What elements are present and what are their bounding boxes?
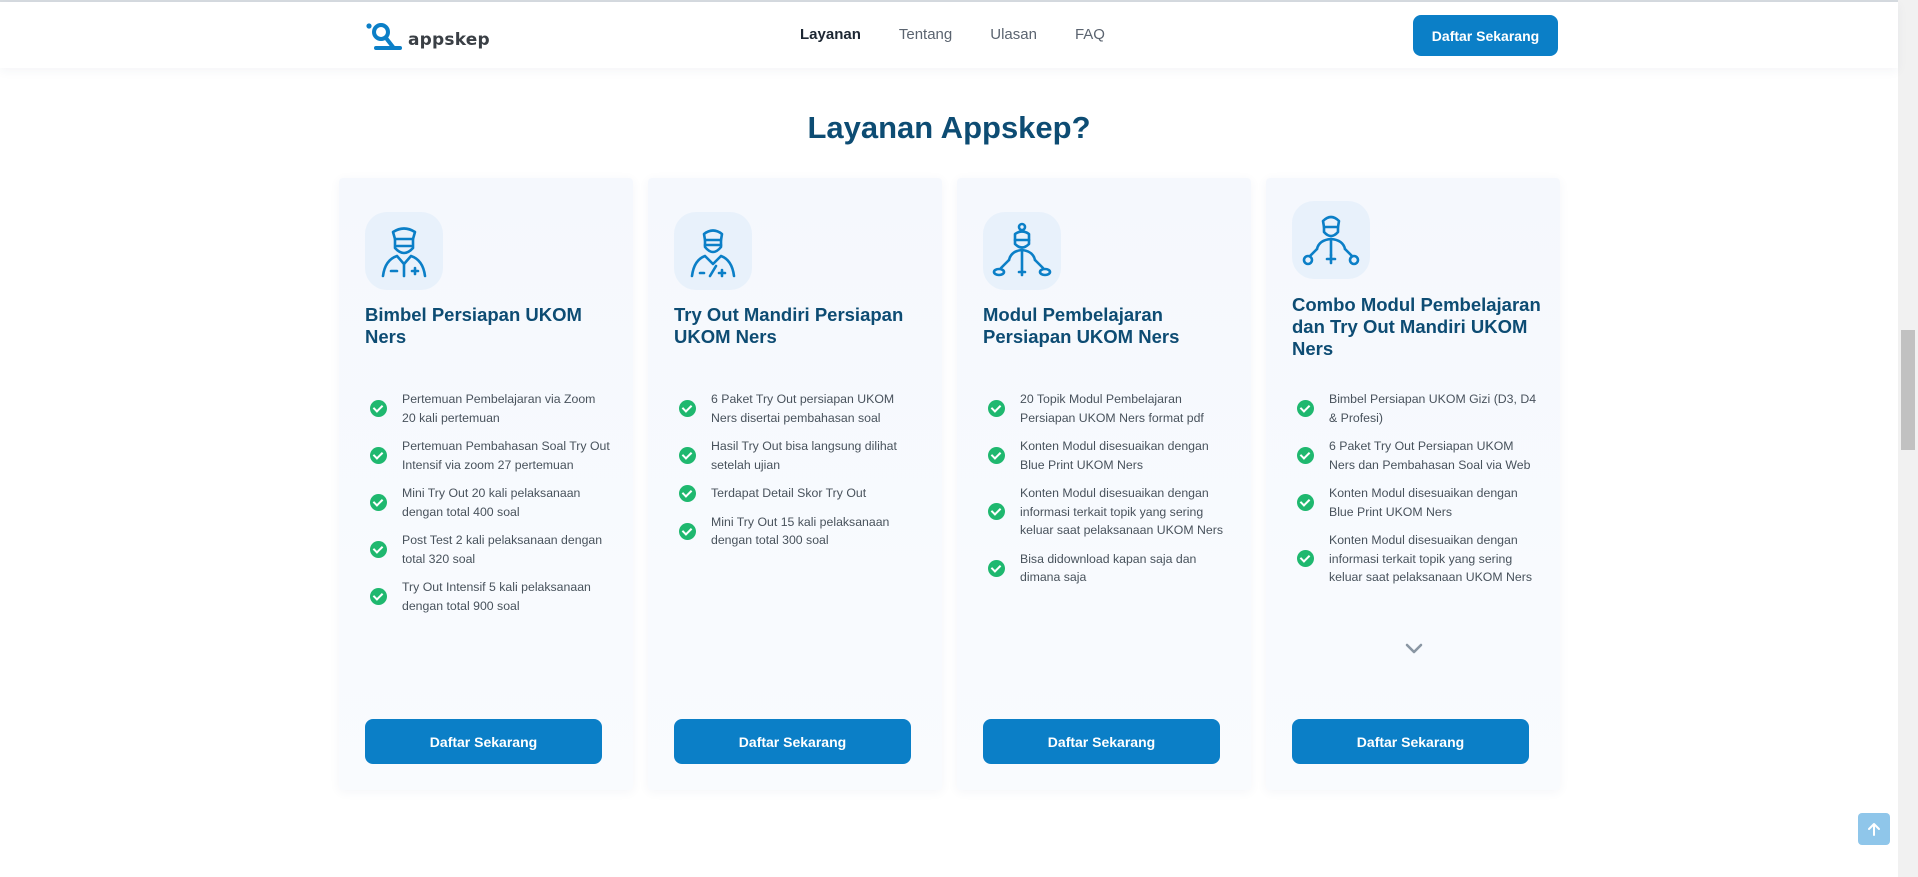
check-icon (370, 588, 387, 605)
feature-list: 20 Topik Modul Pembelajaran Persiapan UK… (983, 390, 1229, 597)
card-title: Modul Pembelajaran Persiapan UKOM Ners (983, 304, 1180, 347)
feature-list: Bimbel Persiapan UKOM Gizi (D3, D4 & Pro… (1292, 390, 1538, 597)
nav-item-faq[interactable]: FAQ (1075, 26, 1105, 43)
feature-item: Bimbel Persiapan UKOM Gizi (D3, D4 & Pro… (1292, 390, 1538, 427)
feature-item: Konten Modul disesuaikan dengan informas… (983, 484, 1229, 540)
header-register-button[interactable]: Daftar Sekarang (1413, 15, 1558, 56)
main-nav: Layanan Tentang Ulasan FAQ (800, 26, 1143, 43)
feature-item: Konten Modul disesuaikan dengan Blue Pri… (983, 437, 1229, 474)
feature-item: Bisa didownload kapan saja dan dimana sa… (983, 550, 1229, 587)
check-icon (370, 400, 387, 417)
nav-item-layanan[interactable]: Layanan (800, 26, 861, 43)
check-icon (679, 484, 696, 502)
appskep-logo-icon (366, 23, 402, 50)
check-icon (988, 400, 1005, 417)
nav-item-ulasan[interactable]: Ulasan (990, 26, 1037, 43)
check-icon (988, 447, 1005, 464)
feature-item: Terdapat Detail Skor Try Out (674, 484, 920, 503)
feature-item: 6 Paket Try Out Persiapan UKOM Ners dan … (1292, 437, 1538, 474)
service-card-bimbel: Bimbel Persiapan UKOM Ners Pertemuan Pem… (339, 178, 633, 790)
nurse-icon (674, 212, 752, 290)
check-icon (370, 447, 387, 464)
feature-item: Mini Try Out 15 kali pelaksanaan dengan … (674, 513, 920, 550)
register-button-tryout[interactable]: Daftar Sekarang (674, 719, 911, 764)
service-card-modul: Modul Pembelajaran Persiapan UKOM Ners 2… (957, 178, 1251, 790)
feature-list: 6 Paket Try Out persiapan UKOM Ners dise… (674, 390, 920, 560)
check-icon (1297, 494, 1314, 511)
site-header: appskep Layanan Tentang Ulasan FAQ Dafta… (0, 2, 1898, 68)
check-icon (988, 503, 1005, 521)
check-icon (679, 447, 696, 464)
card-title: Try Out Mandiri Persiapan UKOM Ners (674, 304, 904, 347)
check-icon (679, 400, 696, 417)
feature-list: Pertemuan Pembelajaran via Zoom 20 kali … (365, 390, 611, 625)
service-card-combo: Combo Modul Pembelajaran dan Try Out Man… (1266, 178, 1560, 790)
card-title: Combo Modul Pembelajaran dan Try Out Man… (1292, 294, 1541, 359)
feature-item: Konten Modul disesuaikan dengan Blue Pri… (1292, 484, 1538, 521)
feature-item: Mini Try Out 20 kali pelaksanaan dengan … (365, 484, 611, 521)
feature-item: Hasil Try Out bisa langsung dilihat sete… (674, 437, 920, 474)
logo[interactable]: appskep (366, 18, 490, 54)
card-title: Bimbel Persiapan UKOM Ners (365, 304, 582, 347)
register-button-bimbel[interactable]: Daftar Sekarang (365, 719, 602, 764)
scroll-to-top-button[interactable] (1858, 813, 1890, 845)
register-button-combo[interactable]: Daftar Sekarang (1292, 719, 1529, 764)
feature-item: Pertemuan Pembelajaran via Zoom 20 kali … (365, 390, 611, 427)
arrow-up-icon (1868, 823, 1880, 836)
feature-item: 20 Topik Modul Pembelajaran Persiapan UK… (983, 390, 1229, 427)
feature-item: Post Test 2 kali pelaksanaan dengan tota… (365, 531, 611, 568)
check-icon (679, 522, 696, 540)
nav-item-tentang[interactable]: Tentang (899, 26, 952, 43)
feature-item: Pertemuan Pembahasan Soal Try Out Intens… (365, 437, 611, 474)
feature-item: Try Out Intensif 5 kali pelaksanaan deng… (365, 578, 611, 615)
check-icon (1297, 400, 1314, 417)
nurse-icon (365, 212, 443, 290)
feature-item: 6 Paket Try Out persiapan UKOM Ners dise… (674, 390, 920, 427)
check-icon (370, 541, 387, 558)
service-card-tryout: Try Out Mandiri Persiapan UKOM Ners 6 Pa… (648, 178, 942, 790)
check-icon (988, 559, 1005, 577)
check-icon (370, 494, 387, 511)
logo-text: appskep (408, 30, 490, 50)
register-button-modul[interactable]: Daftar Sekarang (983, 719, 1220, 764)
check-icon (1297, 447, 1314, 464)
check-icon (1297, 550, 1314, 568)
feature-item: Konten Modul disesuaikan dengan informas… (1292, 531, 1538, 587)
nurse-network-icon (1292, 201, 1370, 279)
scrollbar-thumb[interactable] (1901, 330, 1915, 450)
nurse-network-icon (983, 212, 1061, 290)
chevron-down-icon[interactable] (1404, 642, 1424, 656)
section-title: Layanan Appskep? (807, 110, 1091, 145)
